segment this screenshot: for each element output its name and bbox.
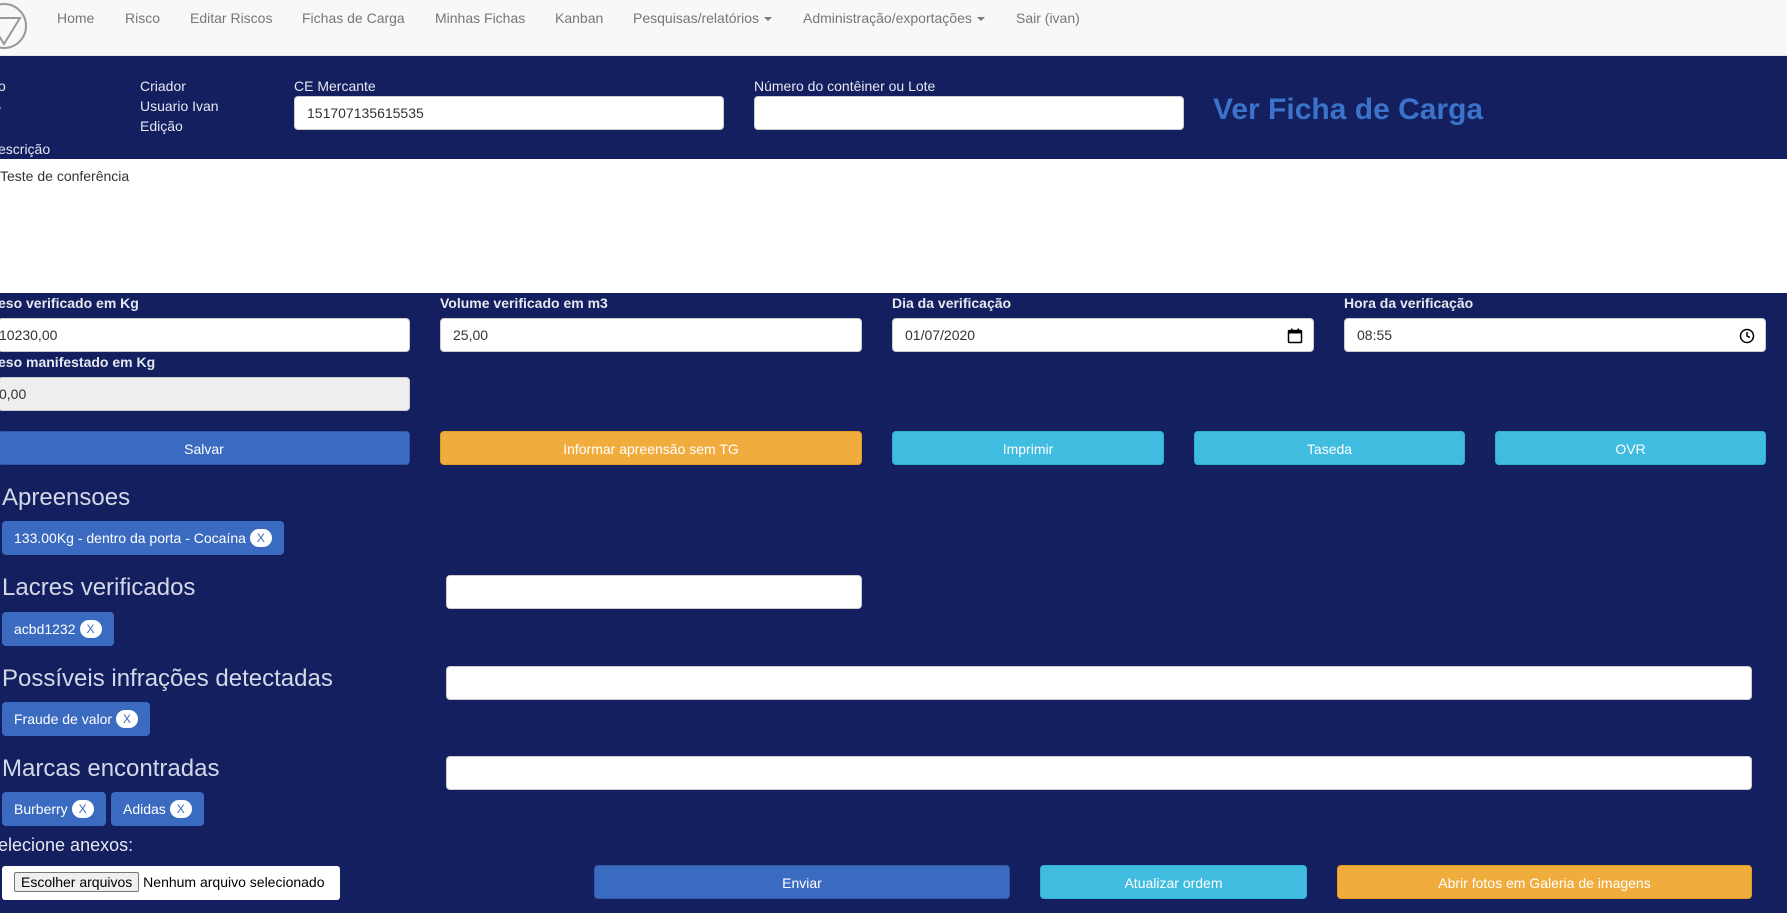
marca-tag-burberry: Burberry X <box>2 792 106 826</box>
nav-editar-riscos[interactable]: Editar Riscos <box>190 10 272 26</box>
ver-ficha-de-carga-link[interactable]: Ver Ficha de Carga <box>1213 93 1483 127</box>
nav-home[interactable]: Home <box>57 10 94 26</box>
file-input[interactable]: Escolher arquivos Nenhum arquivo selecio… <box>2 866 340 900</box>
nav-kanban[interactable]: Kanban <box>555 10 603 26</box>
salvar-button[interactable]: Salvar <box>0 431 410 465</box>
nav-risco[interactable]: Risco <box>125 10 160 26</box>
header-left-label-1: o <box>0 78 6 94</box>
peso-verificado-input[interactable]: 10230,00 <box>0 318 410 352</box>
ce-mercante-input[interactable]: 151707135615535 <box>294 96 724 130</box>
clock-icon[interactable] <box>1739 328 1755 344</box>
choose-files-button[interactable]: Escolher arquivos <box>14 872 140 892</box>
peso-manifestado-label: eso manifestado em Kg <box>0 354 156 370</box>
remove-tag-button[interactable]: X <box>71 800 94 819</box>
ovr-button[interactable]: OVR <box>1495 431 1766 465</box>
header-left-label-2: . <box>0 96 2 112</box>
atualizar-ordem-button[interactable]: Atualizar ordem <box>1040 865 1307 899</box>
top-navbar: Home Risco Editar Riscos Fichas de Carga… <box>0 0 1787 56</box>
conteiner-input[interactable] <box>754 96 1184 130</box>
nav-pesquisas-label: Pesquisas/relatórios <box>633 10 760 26</box>
edicao-label: Edição <box>140 118 183 134</box>
peso-manifestado-input: 0,00 <box>0 377 410 411</box>
dia-verificacao-input[interactable]: 01/07/2020 <box>892 318 1314 352</box>
nav-sair[interactable]: Sair (ivan) <box>1016 10 1080 26</box>
remove-tag-button[interactable]: X <box>169 800 192 819</box>
anexos-label: elecione anexos: <box>0 835 134 855</box>
peso-verificado-label: eso verificado em Kg <box>0 295 139 311</box>
imprimir-button[interactable]: Imprimir <box>892 431 1164 465</box>
caret-down-icon <box>764 17 773 22</box>
hora-verificacao-input[interactable]: 08:55 <box>1344 318 1766 352</box>
apreensao-tag-label: 133.00Kg - dentro da porta - Cocaína <box>14 530 246 546</box>
informar-apreensao-button[interactable]: Informar apreensão sem TG <box>440 431 862 465</box>
caret-down-icon <box>976 17 985 22</box>
taseda-button[interactable]: Taseda <box>1194 431 1465 465</box>
hora-verificacao-label: Hora da verificação <box>1344 295 1474 311</box>
remove-tag-button[interactable]: X <box>116 710 139 729</box>
dia-verificacao-label: Dia da verificação <box>892 295 1012 311</box>
hora-verificacao-value: 08:55 <box>1357 327 1393 343</box>
nav-minhas-fichas[interactable]: Minhas Fichas <box>435 10 525 26</box>
lacres-input[interactable] <box>446 575 862 609</box>
volume-verificado-input[interactable]: 25,00 <box>440 318 862 352</box>
nav-administracao-label: Administração/exportações <box>803 10 972 26</box>
criador-value: Usuario Ivan <box>140 98 219 114</box>
criador-label: Criador <box>140 78 186 94</box>
lacre-tag-label: acbd1232 <box>14 621 76 637</box>
nav-administracao-dropdown[interactable]: Administração/exportações <box>803 10 985 26</box>
volume-verificado-label: Volume verificado em m3 <box>440 295 608 311</box>
infracoes-title: Possíveis infrações detectadas <box>2 665 333 692</box>
file-status-text: Nenhum arquivo selecionado <box>143 874 325 890</box>
infracoes-input[interactable] <box>446 666 1752 700</box>
nav-fichas-de-carga[interactable]: Fichas de Carga <box>302 10 405 26</box>
remove-tag-button[interactable]: X <box>249 529 272 548</box>
enviar-button[interactable]: Enviar <box>594 865 1010 899</box>
infracao-tag-label: Fraude de valor <box>14 711 113 727</box>
ce-mercante-label: CE Mercante <box>294 78 376 94</box>
apreensoes-title: Apreensoes <box>2 484 131 511</box>
marca-tag-label: Adidas <box>123 801 166 817</box>
marcas-input[interactable] <box>446 756 1752 790</box>
apreensao-tag: 133.00Kg - dentro da porta - Cocaína X <box>2 521 284 555</box>
marcas-title: Marcas encontradas <box>2 755 220 782</box>
marca-tag-label: Burberry <box>14 801 68 817</box>
nav-pesquisas-dropdown[interactable]: Pesquisas/relatórios <box>633 10 773 26</box>
calendar-icon[interactable] <box>1287 328 1303 344</box>
lacre-tag: acbd1232 X <box>2 612 114 646</box>
descricao-label: escrição <box>0 141 51 157</box>
lacres-title: Lacres verificados <box>2 574 196 601</box>
abrir-galeria-button[interactable]: Abrir fotos em Galeria de imagens <box>1337 865 1752 899</box>
infracao-tag: Fraude de valor X <box>2 702 151 736</box>
descricao-textarea[interactable]: Teste de conferência <box>0 159 1787 293</box>
conteiner-label: Número do contêiner ou Lote <box>754 78 936 94</box>
marca-tag-adidas: Adidas X <box>111 792 204 826</box>
logo-icon[interactable] <box>0 0 30 52</box>
dia-verificacao-value: 01/07/2020 <box>905 327 976 343</box>
remove-tag-button[interactable]: X <box>79 620 102 639</box>
